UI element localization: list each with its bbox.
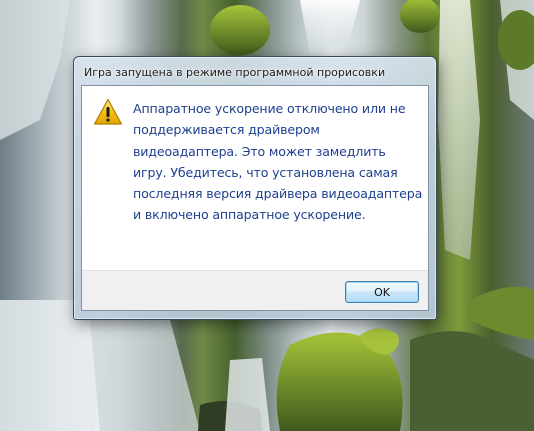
ok-button[interactable]: OK xyxy=(345,281,419,303)
dialog-title: Игра запущена в режиме программной прори… xyxy=(84,66,386,79)
dialog-button-bar: OK xyxy=(82,270,428,310)
warning-dialog: Игра запущена в режиме программной прори… xyxy=(73,56,437,320)
warning-icon xyxy=(93,98,123,125)
dialog-content: Аппаратное ускорение отключено или не по… xyxy=(82,86,428,270)
dialog-body: Аппаратное ускорение отключено или не по… xyxy=(81,85,429,311)
dialog-message: Аппаратное ускорение отключено или не по… xyxy=(133,101,423,223)
dialog-titlebar[interactable]: Игра запущена в режиме программной прори… xyxy=(74,57,436,84)
